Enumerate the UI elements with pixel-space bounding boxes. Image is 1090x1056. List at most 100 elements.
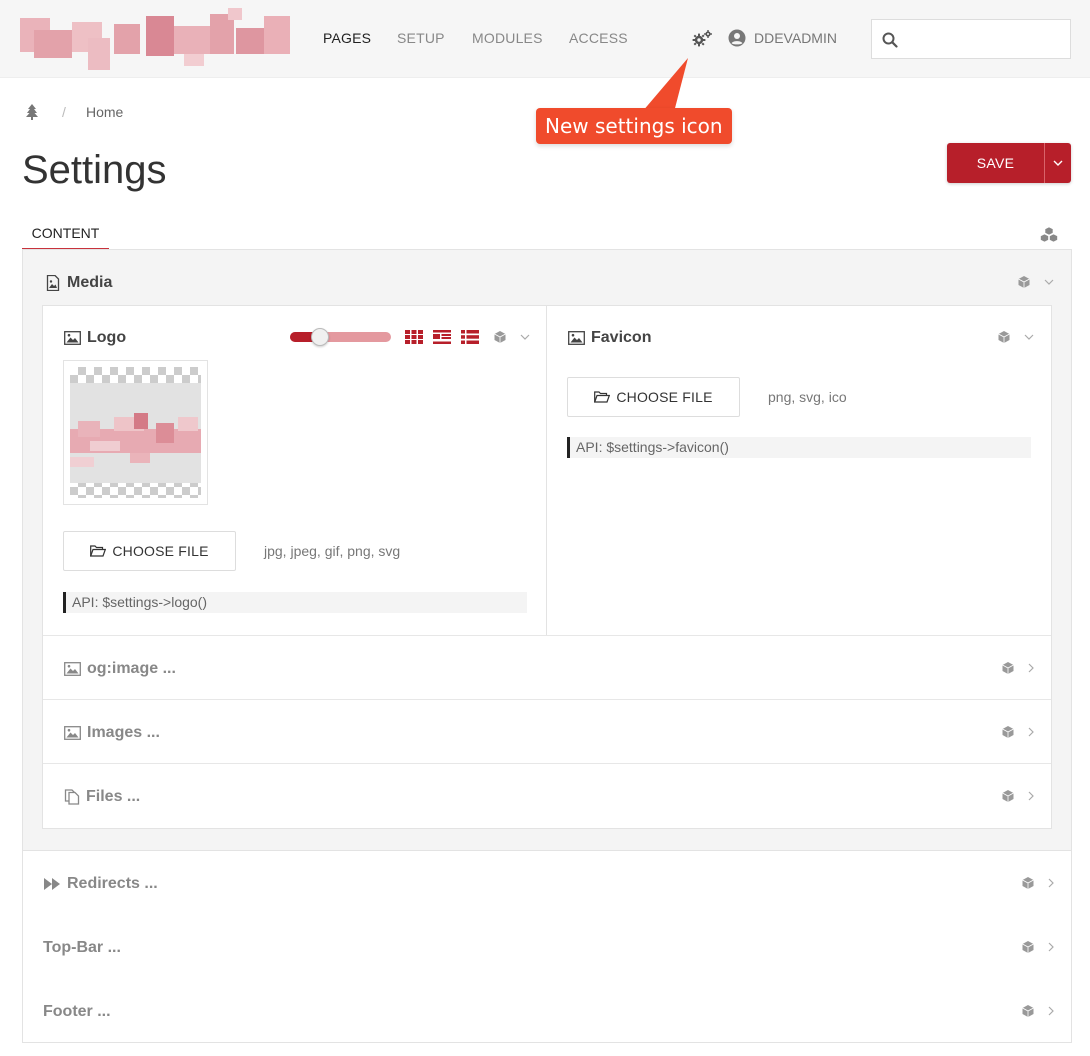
- logo-extensions: jpg, jpeg, gif, png, svg: [264, 543, 401, 559]
- list-view-icon[interactable]: [461, 330, 479, 344]
- gears-icon[interactable]: [691, 29, 713, 49]
- top-bar-title: Top-Bar ...: [43, 939, 121, 956]
- images-title: Images ...: [87, 724, 160, 741]
- chevron-down-icon[interactable]: [1044, 279, 1054, 285]
- view-mode-toggles: [405, 330, 479, 344]
- user-menu[interactable]: DDEVADMIN: [728, 29, 837, 47]
- logo-title: Logo: [87, 329, 127, 346]
- nav-setup[interactable]: SETUP: [397, 30, 445, 46]
- cube-icon[interactable]: [1002, 662, 1014, 674]
- files-icon: [64, 789, 80, 805]
- chevron-right-icon[interactable]: [1028, 791, 1034, 801]
- image-icon: [64, 331, 81, 345]
- image-icon: [64, 662, 81, 676]
- image-icon: [64, 726, 81, 740]
- folder-open-icon: [90, 545, 107, 557]
- search-box[interactable]: [871, 19, 1071, 59]
- save-button[interactable]: SAVE: [947, 143, 1044, 183]
- page-title: Settings: [22, 148, 167, 192]
- chevron-down-icon[interactable]: [1024, 334, 1034, 340]
- chevron-right-icon[interactable]: [1028, 663, 1034, 673]
- divider: [43, 635, 1051, 636]
- favicon-tools: [998, 331, 1034, 343]
- favicon-extensions: png, svg, ico: [768, 389, 847, 405]
- logo-tools: [494, 331, 530, 343]
- chevron-right-icon[interactable]: [1028, 727, 1034, 737]
- cube-icon[interactable]: [1002, 726, 1014, 738]
- footer-section: [22, 979, 1072, 1043]
- save-dropdown-button[interactable]: [1044, 143, 1071, 183]
- tab-content[interactable]: CONTENT: [22, 218, 109, 250]
- chevron-down-icon[interactable]: [520, 334, 530, 340]
- user-name: DDEVADMIN: [754, 30, 837, 46]
- media-tools: [1018, 276, 1054, 288]
- media-header[interactable]: Media: [45, 274, 112, 292]
- chevron-right-icon[interactable]: [1048, 1006, 1054, 1016]
- og-image-title: og:image ...: [87, 660, 176, 677]
- cube-icon[interactable]: [1022, 877, 1034, 889]
- top-bar-section: [22, 915, 1072, 980]
- images-tools: [1002, 726, 1034, 738]
- cube-icon[interactable]: [1022, 1005, 1034, 1017]
- choose-file-label: CHOOSE FILE: [112, 543, 209, 559]
- thumbnail-size-slider[interactable]: [290, 328, 391, 346]
- image-icon: [568, 331, 585, 345]
- footer-tools: [1022, 1005, 1054, 1017]
- cube-icon[interactable]: [1018, 276, 1030, 288]
- grid-view-icon[interactable]: [405, 330, 423, 344]
- top-bar-header[interactable]: Top-Bar ...: [43, 939, 121, 957]
- media-title: Media: [67, 274, 113, 291]
- favicon-title: Favicon: [591, 329, 652, 346]
- list-detail-icon[interactable]: [433, 330, 451, 344]
- file-image-icon: [46, 275, 60, 291]
- callout-arrow: [642, 58, 688, 112]
- logo-header[interactable]: Logo: [64, 329, 126, 347]
- cube-icon[interactable]: [1002, 790, 1014, 802]
- nav-pages[interactable]: PAGES: [323, 30, 371, 46]
- choose-file-label: CHOOSE FILE: [616, 389, 713, 405]
- chevron-right-icon[interactable]: [1048, 878, 1054, 888]
- logo-thumbnail[interactable]: [63, 360, 208, 505]
- favicon-api-hint: API: $settings->favicon(): [567, 437, 1031, 458]
- nav-modules[interactable]: MODULES: [472, 30, 543, 46]
- folder-open-icon: [594, 391, 611, 403]
- redirects-header[interactable]: Redirects ...: [44, 875, 158, 893]
- og-image-tools: [1002, 662, 1034, 674]
- files-tools: [1002, 790, 1034, 802]
- logo-api-hint: API: $settings->logo(): [63, 592, 527, 613]
- redirects-section: [22, 851, 1072, 916]
- top-bar: PAGES SETUP MODULES ACCESS DDEVADMIN: [0, 0, 1090, 78]
- logo-choose-file-button[interactable]: CHOOSE FILE: [63, 531, 236, 571]
- chevron-down-icon: [1053, 160, 1063, 166]
- fast-forward-icon: [44, 878, 60, 890]
- top-bar-tools: [1022, 941, 1054, 953]
- files-title: Files ...: [86, 788, 141, 805]
- redirects-title: Redirects ...: [67, 875, 158, 892]
- cube-icon[interactable]: [1022, 941, 1034, 953]
- footer-title: Footer ...: [43, 1003, 111, 1020]
- redirects-tools: [1022, 877, 1054, 889]
- search-input[interactable]: [906, 28, 1061, 50]
- breadcrumb-home[interactable]: Home: [86, 104, 123, 120]
- og-image-header[interactable]: og:image ...: [64, 660, 176, 678]
- divider: [43, 763, 1051, 764]
- footer-header[interactable]: Footer ...: [43, 1003, 111, 1021]
- tree-icon[interactable]: [26, 104, 38, 120]
- breadcrumb-separator: /: [62, 104, 66, 120]
- cube-icon[interactable]: [998, 331, 1010, 343]
- nav-access[interactable]: ACCESS: [569, 30, 628, 46]
- user-circle-icon: [728, 29, 746, 47]
- search-icon: [882, 32, 898, 48]
- chevron-right-icon[interactable]: [1048, 942, 1054, 952]
- site-logo[interactable]: [14, 8, 292, 74]
- favicon-header[interactable]: Favicon: [568, 329, 651, 347]
- cube-icon[interactable]: [494, 331, 506, 343]
- favicon-choose-file-button[interactable]: CHOOSE FILE: [567, 377, 740, 417]
- settings-callout: New settings icon: [536, 108, 732, 144]
- logo-image: [70, 383, 201, 483]
- images-header[interactable]: Images ...: [64, 724, 160, 742]
- files-header[interactable]: Files ...: [64, 788, 140, 806]
- column-divider: [546, 305, 547, 635]
- divider: [43, 699, 1051, 700]
- cubes-icon[interactable]: [1040, 227, 1058, 243]
